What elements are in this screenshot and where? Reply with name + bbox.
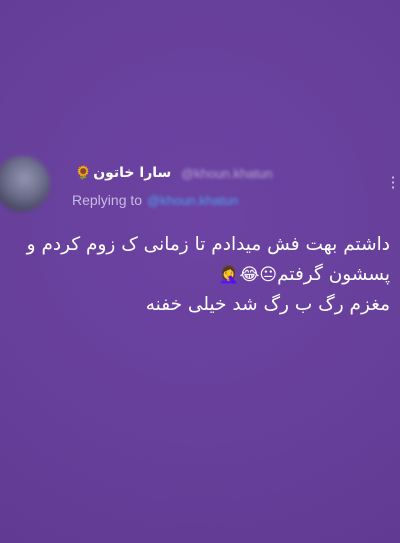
avatar[interactable]: [0, 156, 50, 212]
more-vertical-icon[interactable]: · · ·: [390, 170, 396, 196]
replying-to-label: Replying to: [72, 192, 143, 208]
sunflower-icon: 🌻: [75, 165, 92, 181]
tweet-body: داشتم بهت فش میدادم تا زمانی ک زوم کردم …: [26, 230, 390, 320]
user-handle[interactable]: @khoun.khatun: [181, 166, 272, 181]
screenshot-background: 🌻 سارا خاتون @khoun.khatun · · · Replying …: [0, 0, 400, 543]
tweet-header: 🌻 سارا خاتون @khoun.khatun: [72, 162, 273, 184]
tweet-body-line-3: مغزم رگ ب رگ شد خیلی خفنه: [145, 294, 390, 315]
replying-to-row: Replying to @khoun.khatun: [72, 190, 238, 210]
tweet-body-line-2: پسشون گرفتم😐😂🤦‍♀️: [30, 260, 390, 290]
tweet-body-line-1: داشتم بهت فش میدادم تا زمانی ک زوم کردم …: [26, 234, 390, 255]
reply-tweet[interactable]: 🌻 سارا خاتون @khoun.khatun · · · Replying …: [0, 148, 400, 348]
tweet-body-line-2-text: پسشون گرفتم: [277, 264, 390, 285]
display-name[interactable]: سارا خاتون: [93, 165, 171, 181]
replying-to-handle[interactable]: @khoun.khatun: [147, 193, 238, 208]
emoji-reactions-icon: 😐😂🤦‍♀️: [218, 265, 278, 285]
